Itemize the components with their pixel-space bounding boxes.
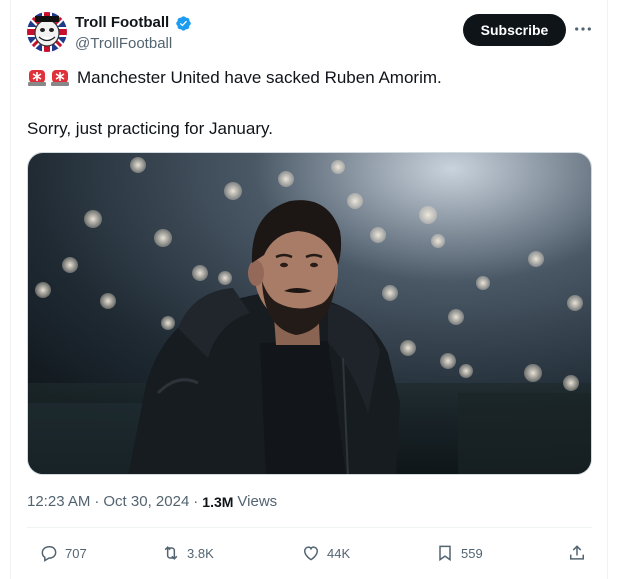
separator-dot: · [193,493,199,510]
action-bar: 707 3.8K 44K 559 [27,538,592,568]
repost-count: 3.8K [187,545,214,561]
bookmark-button[interactable]: 559 [435,538,483,568]
bookmark-count: 559 [461,545,483,561]
repost-icon [164,546,178,560]
author-name[interactable]: Troll Football [75,14,169,31]
reply-count: 707 [65,545,87,561]
views-count[interactable]: 1.3M [202,494,233,510]
repost-button[interactable]: 3.8K [161,538,214,568]
police-siren-icon [28,70,46,86]
tweet-date[interactable]: Oct 30, 2024 [103,493,189,510]
author-handle[interactable]: @TrollFootball [75,35,172,52]
more-options-icon[interactable] [572,18,594,40]
like-button[interactable]: 44K [301,538,350,568]
divider [27,527,592,528]
subscribe-button[interactable]: Subscribe [463,14,566,46]
reply-button[interactable]: 707 [39,538,87,568]
share-button[interactable] [567,538,593,568]
author-avatar[interactable] [27,12,67,52]
bookmark-icon [439,545,451,562]
tweet-card: Troll Football @TrollFootball Subscribe … [10,0,608,579]
like-count: 44K [327,545,351,561]
reply-icon [41,546,57,562]
views-label: Views [237,493,278,510]
tweet-text-line-2: Sorry, just practicing for January. [27,119,273,138]
tweet-photo[interactable] [27,152,592,475]
heart-icon [303,546,319,561]
separator-dot: · [94,493,100,510]
tweet-text-line-1: Manchester United have sacked Ruben Amor… [27,68,442,88]
tweet-meta: 12:23 AM · Oct 30, 2024 · 1.3M Views [27,493,277,510]
tweet-time[interactable]: 12:23 AM [27,493,90,510]
verified-badge-icon[interactable] [175,15,192,32]
tweet-text: Manchester United have sacked Ruben Amor… [77,68,442,87]
police-siren-icon [51,70,69,86]
share-icon [570,545,584,560]
